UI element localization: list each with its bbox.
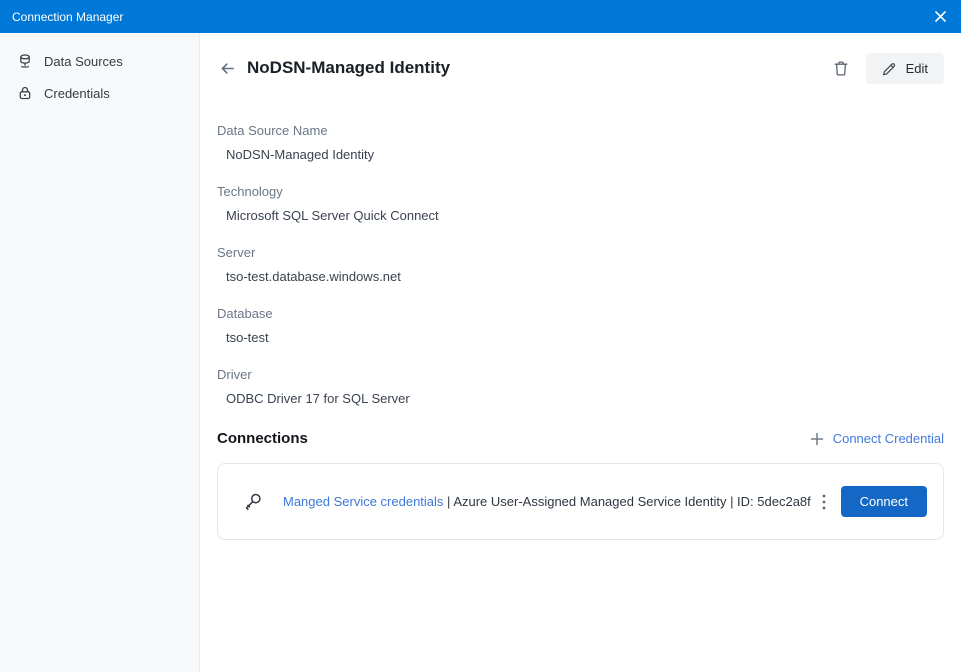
sidebar-item-label: Credentials	[44, 86, 110, 101]
connections-heading: Connections	[217, 430, 308, 447]
trash-icon	[832, 59, 850, 78]
window-body: Data Sources Credentials	[0, 33, 961, 672]
arrow-left-icon	[219, 60, 236, 77]
database-icon	[16, 53, 33, 69]
field-value: ODBC Driver 17 for SQL Server	[226, 391, 944, 406]
close-icon	[935, 11, 946, 22]
field-server: Server tso-test.database.windows.net	[217, 245, 944, 284]
field-value: NoDSN-Managed Identity	[226, 147, 944, 162]
field-label: Data Source Name	[217, 123, 944, 138]
delete-button[interactable]	[828, 55, 854, 82]
header-actions: Edit	[828, 53, 944, 84]
connection-description: Manged Service credentials | Azure User-…	[283, 492, 811, 512]
field-data-source-name: Data Source Name NoDSN-Managed Identity	[217, 123, 944, 162]
field-label: Server	[217, 245, 944, 260]
field-technology: Technology Microsoft SQL Server Quick Co…	[217, 184, 944, 223]
connections-header: Connections Connect Credential	[217, 430, 944, 447]
kebab-menu-button[interactable]	[820, 490, 828, 514]
key-icon	[242, 491, 264, 513]
window-title: Connection Manager	[12, 10, 123, 24]
back-button[interactable]	[217, 58, 238, 79]
field-value: tso-test.database.windows.net	[226, 269, 944, 284]
page-header: NoDSN-Managed Identity	[217, 50, 944, 86]
sidebar-item-data-sources[interactable]: Data Sources	[0, 45, 199, 77]
connect-credential-link[interactable]: Connect Credential	[810, 431, 944, 446]
lock-icon	[16, 85, 33, 101]
field-value: tso-test	[226, 330, 944, 345]
field-label: Database	[217, 306, 944, 321]
connection-card: Manged Service credentials | Azure User-…	[217, 463, 944, 540]
page-title: NoDSN-Managed Identity	[247, 58, 450, 78]
edit-button[interactable]: Edit	[866, 53, 944, 84]
card-actions: Connect	[820, 486, 927, 517]
sidebar-item-credentials[interactable]: Credentials	[0, 77, 199, 109]
sidebar: Data Sources Credentials	[0, 33, 200, 672]
credential-link[interactable]: Manged Service credentials	[283, 494, 443, 509]
field-label: Technology	[217, 184, 944, 199]
sidebar-item-label: Data Sources	[44, 54, 123, 69]
field-driver: Driver ODBC Driver 17 for SQL Server	[217, 367, 944, 406]
close-button[interactable]	[919, 0, 961, 33]
main-panel: NoDSN-Managed Identity	[200, 33, 961, 672]
field-value: Microsoft SQL Server Quick Connect	[226, 208, 944, 223]
connect-credential-label: Connect Credential	[833, 431, 944, 446]
pencil-icon	[882, 61, 897, 76]
field-label: Driver	[217, 367, 944, 382]
field-database: Database tso-test	[217, 306, 944, 345]
connect-button[interactable]: Connect	[841, 486, 927, 517]
edit-button-label: Edit	[906, 61, 928, 76]
kebab-icon	[822, 494, 826, 510]
titlebar: Connection Manager	[0, 0, 961, 33]
credential-detail: | Azure User-Assigned Managed Service Id…	[447, 494, 811, 509]
plus-icon	[810, 432, 824, 446]
connection-manager-window: Connection Manager	[0, 0, 961, 672]
detail-fields: Data Source Name NoDSN-Managed Identity …	[217, 123, 944, 406]
